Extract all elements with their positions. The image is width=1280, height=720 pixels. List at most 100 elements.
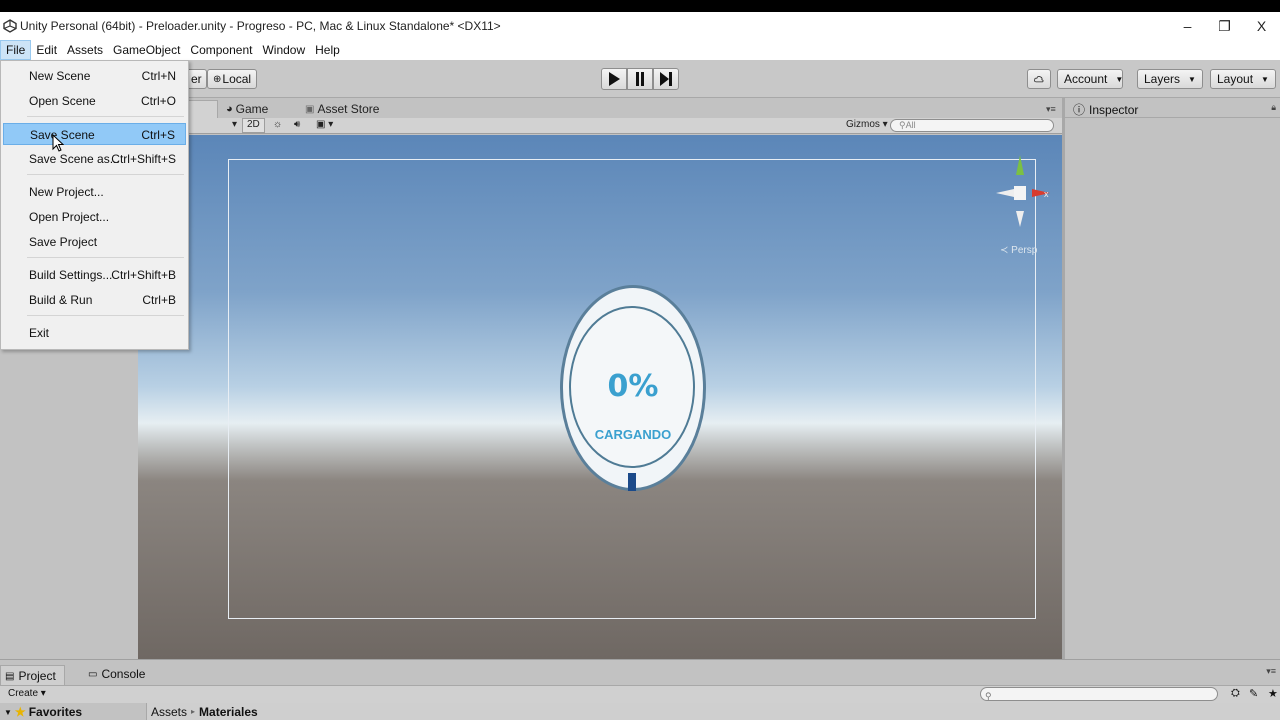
mouse-cursor-icon [52, 133, 65, 155]
chevron-down-icon: ▼ [1188, 74, 1196, 84]
menu-item-shortcut: Ctrl+Shift+B [111, 268, 176, 282]
menu-window[interactable]: Window [257, 40, 310, 60]
tab-asset-store[interactable]: ▣ Asset Store [305, 100, 379, 118]
menu-item-label: New Project... [29, 185, 104, 199]
menu-item-open-scene[interactable]: Open Scene Ctrl+O [3, 90, 186, 112]
favorites-label: Favorites [28, 705, 83, 719]
search-icon: ⚲ [899, 120, 906, 130]
menu-item-new-scene[interactable]: New Scene Ctrl+N [3, 65, 186, 87]
menu-item-label: Build & Run [29, 293, 93, 307]
menu-item-save-scene[interactable]: Save Scene Ctrl+S [3, 123, 186, 145]
menu-item-build-settings[interactable]: Build Settings... Ctrl+Shift+B [3, 264, 186, 286]
axis-gizmo-icon: x [996, 155, 1050, 227]
favorite-star-icon[interactable]: ★ [1268, 687, 1278, 700]
pivot-label: er [191, 72, 202, 86]
lock-icon[interactable]: ▾≡ [1266, 666, 1276, 677]
menu-item-label: Open Scene [29, 94, 96, 108]
persp-label[interactable]: ≺ Persp [1000, 245, 1037, 256]
inspector-tab[interactable]: ⓘ Inspector 🔒︎ [1065, 98, 1280, 118]
inspector-label: Inspector [1089, 102, 1139, 117]
favorites-header[interactable]: ▼ ★ Favorites [4, 705, 82, 719]
search-icon: ⚲ [985, 691, 992, 701]
play-button[interactable] [601, 68, 627, 90]
tab-game[interactable]: ◕ Game [226, 100, 268, 118]
console-icon: ▭ [88, 668, 98, 680]
image-effects-icon[interactable]: ▣ ▾ [316, 119, 333, 130]
toggle-2d[interactable]: 2D [242, 118, 265, 133]
breadcrumb-assets[interactable]: Assets [151, 705, 187, 719]
tab-menu-icon[interactable]: ▾≡ [1046, 104, 1056, 115]
shading-dropdown-caret[interactable]: ▾ [232, 119, 237, 130]
filter-label-icon[interactable]: ✎ [1249, 687, 1258, 700]
step-button[interactable] [653, 68, 679, 90]
menu-bar: File Edit Assets GameObject Component Wi… [0, 40, 1280, 60]
menu-item-build-run[interactable]: Build & Run Ctrl+B [3, 289, 186, 311]
create-dropdown[interactable]: Create ▾ [8, 688, 46, 699]
pacman-icon: ◕ [226, 103, 233, 115]
layers-label: Layers [1144, 72, 1181, 86]
filter-type-icon[interactable]: ⛭ [1231, 687, 1240, 700]
close-button[interactable]: X [1243, 12, 1280, 40]
local-label: Local [222, 72, 252, 86]
menu-item-new-project[interactable]: New Project... [3, 181, 186, 203]
top-black-strip [0, 0, 1280, 12]
layers-dropdown[interactable]: Layers ▼ [1137, 69, 1203, 89]
breadcrumb-materiales[interactable]: Materiales [199, 705, 258, 719]
scene-toolbar: ▾ 2D ☼ 🔊︎ ▣ ▾ Gizmos ▾ ⚲All [138, 118, 1062, 134]
gizmos-label: Gizmos [846, 119, 880, 130]
minimize-button[interactable]: – [1169, 12, 1206, 40]
menu-separator [27, 174, 184, 175]
menu-item-exit[interactable]: Exit [3, 322, 186, 344]
bag-icon: ▣ [305, 103, 315, 115]
account-label: Account [1064, 72, 1108, 86]
window-controls: – ❐ X [1169, 12, 1280, 40]
loading-indicator: 0% CARGANDO [560, 285, 706, 491]
menu-item-save-scene-as[interactable]: Save Scene as... Ctrl+Shift+S [3, 148, 186, 170]
layout-dropdown[interactable]: Layout ▼ [1210, 69, 1276, 89]
maximize-button[interactable]: ❐ [1206, 12, 1243, 40]
menu-component[interactable]: Component [185, 40, 257, 60]
svg-text:x: x [1044, 189, 1049, 199]
menu-separator [27, 257, 184, 258]
info-icon: ⓘ [1073, 103, 1086, 117]
menu-item-label: Exit [29, 326, 50, 340]
lock-icon[interactable]: 🔒︎ [1271, 102, 1276, 113]
lighting-icon[interactable]: ☼ [273, 119, 282, 130]
menu-item-open-project[interactable]: Open Project... [3, 206, 186, 228]
gizmos-dropdown[interactable]: Gizmos ▾ [846, 119, 888, 130]
scene-view[interactable]: 0% CARGANDO x ≺ Persp [138, 135, 1062, 659]
project-search-input[interactable]: ⚲ [980, 687, 1218, 701]
tab-asset-store-label: Asset Store [317, 102, 380, 116]
bottom-tab-row: ▤ Project ▭ Console ▾≡ [0, 659, 1280, 686]
tab-console[interactable]: ▭ Console [88, 667, 145, 681]
account-dropdown[interactable]: Account ▼ [1057, 69, 1123, 89]
menu-item-shortcut: Ctrl+N [141, 69, 176, 83]
cloud-button[interactable] [1027, 69, 1051, 89]
breadcrumb: Assets ▸ Materiales [146, 703, 1280, 720]
menu-separator [27, 116, 184, 117]
pause-button[interactable] [627, 68, 653, 90]
menu-edit[interactable]: Edit [31, 40, 62, 60]
project-toolbar: Create ▾ ⚲ ⛭ ✎ ★ [0, 685, 1280, 703]
panel-divider[interactable] [1062, 98, 1065, 660]
orientation-gizmo[interactable]: x [994, 153, 1054, 233]
menu-assets[interactable]: Assets [62, 40, 108, 60]
local-toggle[interactable]: ⊕ Local [207, 69, 258, 89]
menu-gameobject[interactable]: GameObject [108, 40, 185, 60]
pause-icon [636, 72, 644, 86]
menu-item-save-project[interactable]: Save Project [3, 231, 186, 253]
menu-help[interactable]: Help [310, 40, 345, 60]
audio-icon[interactable]: 🔊︎ [294, 119, 300, 130]
menu-item-label: New Scene [29, 69, 91, 83]
folder-icon: ▤ [5, 670, 15, 682]
chevron-down-icon: ▼ [1115, 74, 1124, 84]
menu-file[interactable]: File [0, 40, 32, 60]
cloud-icon [1034, 75, 1044, 83]
menu-item-label: Open Project... [29, 210, 110, 224]
menu-item-label: Save Project [29, 235, 98, 249]
tab-project[interactable]: ▤ Project [0, 665, 65, 686]
loading-percent: 0% [607, 369, 659, 404]
menu-item-shortcut: Ctrl+S [141, 128, 175, 142]
step-icon [660, 72, 672, 86]
scene-search-input[interactable]: ⚲All [890, 119, 1054, 132]
